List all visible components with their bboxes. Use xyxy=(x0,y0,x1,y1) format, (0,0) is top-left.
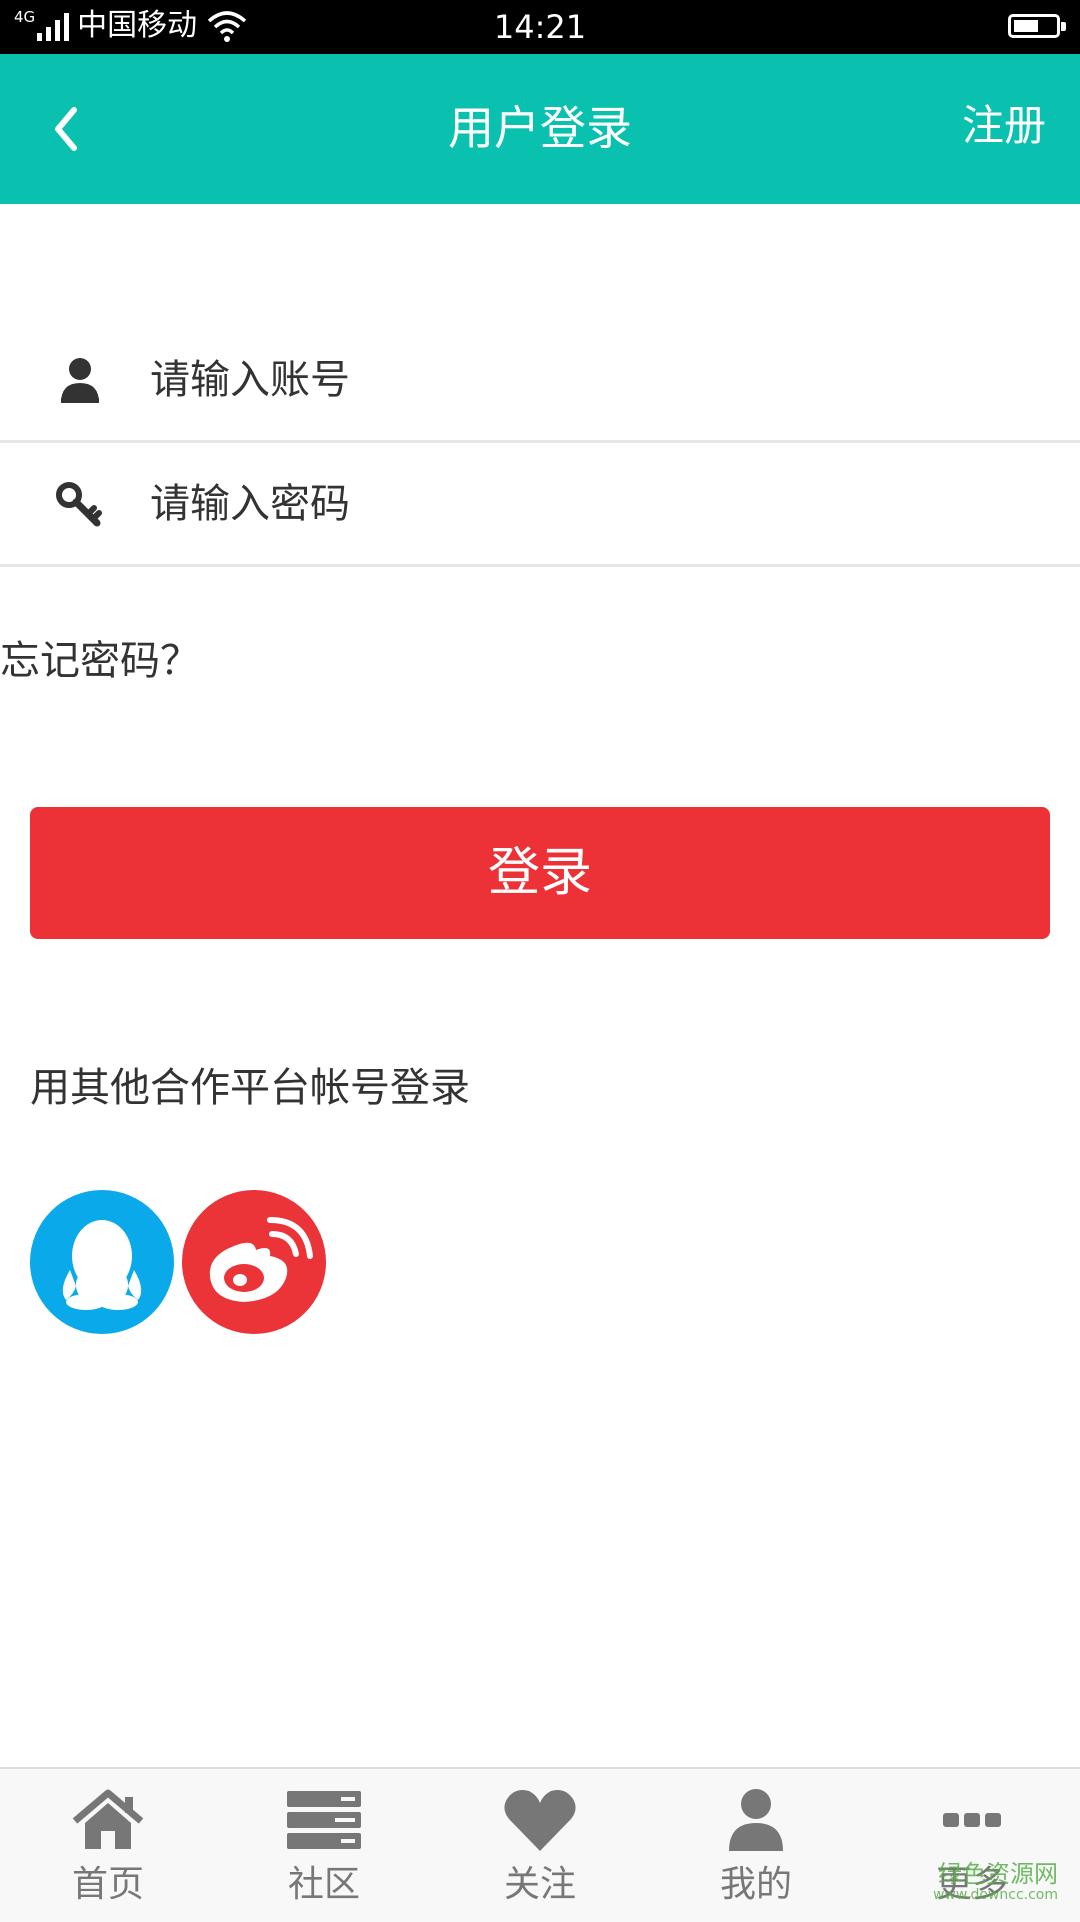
tab-label: 首页 xyxy=(71,1864,144,1905)
tab-label: 我的 xyxy=(719,1864,792,1905)
qq-icon xyxy=(62,1220,142,1310)
account-row xyxy=(0,320,1080,443)
tab-home[interactable]: 首页 xyxy=(0,1769,216,1922)
forgot-password-link[interactable]: 忘记密码？ xyxy=(0,634,200,688)
third-party-title: 用其他合作平台帐号登录 xyxy=(30,1065,470,1111)
key-icon xyxy=(56,482,102,527)
weibo-login-button[interactable] xyxy=(182,1190,326,1334)
battery-icon xyxy=(1008,14,1066,38)
status-bar: 4G 中国移动 14:21 xyxy=(0,0,1080,54)
password-input[interactable] xyxy=(150,476,1010,532)
watermark-sub: www.downcc.com xyxy=(932,1887,1058,1903)
watermark: 绿色资源网 www.downcc.com xyxy=(933,1862,1058,1902)
tab-follow[interactable]: 关注 xyxy=(432,1769,648,1922)
page-title: 用户登录 xyxy=(448,101,632,155)
register-button[interactable]: 注册 xyxy=(962,98,1046,154)
nav-header: 用户登录 注册 xyxy=(0,54,1080,204)
tab-bar: 首页 社区 关注 我的 更多 xyxy=(0,1767,1080,1922)
clock: 14:21 xyxy=(493,8,587,46)
community-icon xyxy=(287,1791,361,1849)
more-icon xyxy=(943,1813,1001,1827)
tab-mine[interactable]: 我的 xyxy=(648,1769,864,1922)
tab-community[interactable]: 社区 xyxy=(216,1769,432,1922)
weibo-icon xyxy=(209,1217,313,1302)
password-row xyxy=(0,444,1080,567)
tab-label: 社区 xyxy=(287,1864,360,1905)
watermark-main: 绿色资源网 xyxy=(938,1860,1058,1888)
heart-icon xyxy=(504,1790,576,1851)
home-icon xyxy=(72,1789,144,1849)
account-input[interactable] xyxy=(150,352,1010,408)
qq-login-button[interactable] xyxy=(30,1190,174,1334)
login-button[interactable]: 登录 xyxy=(30,807,1050,939)
tab-label: 关注 xyxy=(503,1864,576,1905)
user-icon xyxy=(729,1789,783,1851)
user-icon xyxy=(61,358,99,403)
